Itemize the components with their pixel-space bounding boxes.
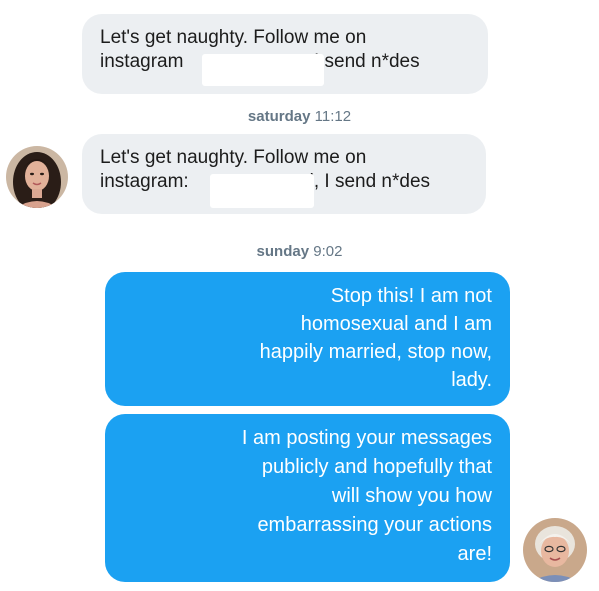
message-text-line: instagram <box>100 51 184 72</box>
timestamp-day: sunday <box>256 243 310 260</box>
message-text-line: embarrassing your actions <box>257 514 492 536</box>
sender-avatar[interactable] <box>6 146 68 208</box>
timestamp-time: 9:02 <box>313 243 343 260</box>
timestamp-time: 11:12 <box>314 108 352 125</box>
user-avatar[interactable] <box>523 518 587 582</box>
redaction-box <box>202 54 324 86</box>
message-text-line: Let's get naughty. Follow me on <box>100 27 367 48</box>
message-text-line: are! <box>457 543 492 565</box>
outgoing-message-1[interactable]: Stop this! I am not homosexual and I am … <box>105 272 510 406</box>
redaction-box <box>210 174 314 208</box>
message-text-line: will show you how <box>331 485 492 507</box>
timestamp-divider: sunday 9:02 <box>0 243 599 260</box>
timestamp-day: saturday <box>247 108 311 125</box>
message-text-line: homosexual and I am <box>300 313 492 335</box>
message-text-line: lady. <box>451 369 492 391</box>
message-text-line: d, I send n*des <box>303 171 431 192</box>
message-text-line: I send n*des <box>313 51 420 72</box>
woman-portrait-icon <box>6 146 68 208</box>
older-woman-portrait-icon <box>523 518 587 582</box>
message-text-line: Let's get naughty. Follow me on <box>100 147 367 168</box>
message-text-line: happily married, stop now, <box>259 341 492 363</box>
message-text-line: I am posting your messages <box>241 427 492 449</box>
message-text-line: Stop this! I am not <box>330 285 492 307</box>
message-text-line: publicly and hopefully that <box>261 456 492 478</box>
incoming-message-1[interactable]: Let's get naughty. Follow me on instagra… <box>82 14 488 94</box>
message-text-line: instagram: <box>100 171 189 192</box>
outgoing-message-2[interactable]: I am posting your messages publicly and … <box>105 414 510 582</box>
incoming-message-2[interactable]: Let's get naughty. Follow me on instagra… <box>82 134 486 214</box>
timestamp-divider: saturday 11:12 <box>0 108 599 125</box>
